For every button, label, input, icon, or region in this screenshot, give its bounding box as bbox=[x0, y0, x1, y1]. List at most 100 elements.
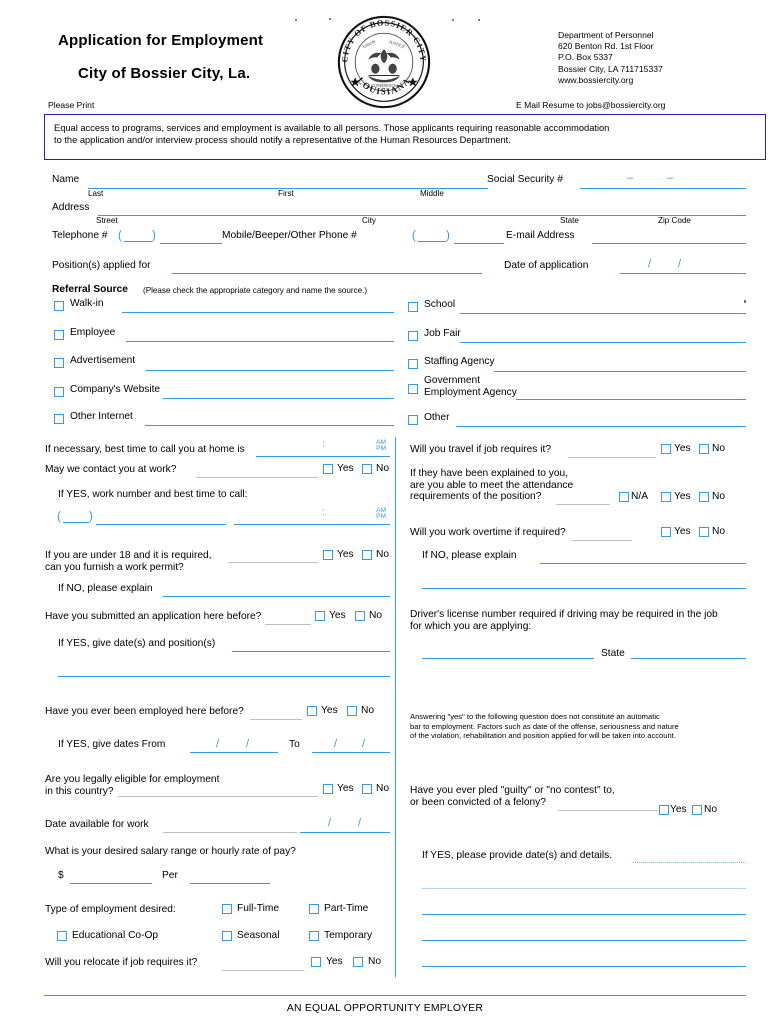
checkbox-referral-advertisement[interactable] bbox=[54, 358, 64, 368]
felony-details-input-3[interactable] bbox=[422, 914, 746, 915]
mobile-areacode-input[interactable] bbox=[418, 241, 446, 242]
checkbox-attendance-no[interactable] bbox=[699, 492, 709, 502]
employed-to-date-input[interactable] bbox=[312, 752, 390, 753]
referral-input-walk-in[interactable] bbox=[122, 312, 394, 313]
date-application-input[interactable] bbox=[620, 273, 746, 274]
travel-rule bbox=[568, 457, 656, 458]
checkbox-overtime-yes[interactable] bbox=[661, 527, 671, 537]
date-available-input[interactable] bbox=[300, 832, 390, 833]
checkbox-referral-other-internet[interactable] bbox=[54, 414, 64, 424]
if-yes-give-dates-label: If YES, give dates From bbox=[58, 739, 166, 750]
checkbox-submitted-before-no[interactable] bbox=[355, 611, 365, 621]
checkbox-full-time[interactable] bbox=[222, 904, 232, 914]
to-date-slash-2: / bbox=[362, 738, 366, 750]
checkbox-felony-no[interactable] bbox=[692, 805, 702, 815]
checkbox-legally-eligible-yes[interactable] bbox=[323, 784, 333, 794]
to-label: To bbox=[289, 739, 300, 750]
checkbox-educational-coop[interactable] bbox=[57, 931, 67, 941]
referral-input-school[interactable] bbox=[460, 313, 746, 314]
checkbox-under-18-no[interactable] bbox=[362, 550, 372, 560]
checkbox-referral-other[interactable] bbox=[408, 415, 418, 425]
contact-work-no-label: No bbox=[376, 463, 390, 474]
work-best-time-input[interactable] bbox=[234, 524, 390, 525]
if-yes-dates-positions-input-1[interactable] bbox=[232, 651, 390, 652]
email-input[interactable] bbox=[592, 243, 746, 244]
drivers-license-state-input[interactable] bbox=[631, 658, 746, 659]
referral-input-staffing-agency[interactable] bbox=[494, 371, 746, 372]
telephone-number-input[interactable] bbox=[160, 243, 222, 244]
checkbox-referral-job-fair[interactable] bbox=[408, 331, 418, 341]
checkbox-overtime-no[interactable] bbox=[699, 527, 709, 537]
employed-before-yes-label: Yes bbox=[321, 705, 338, 716]
felony-details-input-4[interactable] bbox=[422, 940, 746, 941]
svg-text:CONFIDENCE: CONFIDENCE bbox=[371, 83, 397, 88]
checkbox-temporary[interactable] bbox=[309, 931, 319, 941]
referral-input-company-website[interactable] bbox=[163, 398, 394, 399]
from-date-slash-2: / bbox=[246, 738, 250, 750]
checkbox-referral-government-agency[interactable] bbox=[408, 384, 418, 394]
checkbox-employed-before-yes[interactable] bbox=[307, 706, 317, 716]
ampm-pm-2: PM bbox=[376, 513, 386, 521]
checkbox-relocate-yes[interactable] bbox=[311, 957, 321, 967]
ssn-input[interactable] bbox=[580, 188, 746, 189]
address-input[interactable] bbox=[98, 215, 746, 216]
drivers-license-number-input[interactable] bbox=[422, 658, 594, 659]
checkbox-referral-staffing-agency[interactable] bbox=[408, 359, 418, 369]
referral-input-employee[interactable] bbox=[126, 341, 394, 342]
under-18-if-no-explain-input[interactable] bbox=[163, 596, 390, 597]
checkbox-contact-work-no[interactable] bbox=[362, 464, 372, 474]
salary-amount-input[interactable] bbox=[70, 883, 152, 884]
employed-from-date-input[interactable] bbox=[190, 752, 278, 753]
if-yes-dates-positions-input-2[interactable] bbox=[58, 676, 390, 677]
best-time-home-input[interactable] bbox=[256, 456, 390, 457]
checkbox-travel-no[interactable] bbox=[699, 444, 709, 454]
telephone-areacode-input[interactable] bbox=[124, 241, 152, 242]
checkbox-referral-school[interactable] bbox=[408, 302, 418, 312]
checkbox-attendance-yes[interactable] bbox=[661, 492, 671, 502]
checkbox-seasonal[interactable] bbox=[222, 931, 232, 941]
felony-details-input-1[interactable] bbox=[633, 862, 746, 863]
address-city-sublabel: City bbox=[362, 216, 376, 225]
name-middle-sublabel: Middle bbox=[420, 189, 444, 198]
referral-input-job-fair[interactable] bbox=[460, 342, 746, 343]
checkbox-referral-walk-in[interactable] bbox=[54, 301, 64, 311]
checkbox-travel-yes[interactable] bbox=[661, 444, 671, 454]
overtime-if-no-explain-input-1[interactable] bbox=[540, 563, 746, 564]
referral-label-government-line1: Government bbox=[424, 375, 481, 386]
mobile-number-input[interactable] bbox=[454, 243, 504, 244]
footer-separator-rule bbox=[44, 995, 746, 996]
best-time-home-ampm[interactable]: AM PM bbox=[364, 439, 386, 453]
checkbox-relocate-no[interactable] bbox=[353, 957, 363, 967]
page-title-line2: City of Bossier City, La. bbox=[78, 65, 251, 82]
felony-yes-label: Yes bbox=[670, 804, 687, 815]
please-print-label: Please Print bbox=[48, 100, 95, 110]
checkbox-under-18-yes[interactable] bbox=[323, 550, 333, 560]
salary-per-input[interactable] bbox=[190, 883, 270, 884]
checkbox-attendance-na[interactable] bbox=[619, 492, 629, 502]
under-18-line2: can you furnish a work permit? bbox=[45, 561, 184, 573]
checkbox-legally-eligible-no[interactable] bbox=[362, 784, 372, 794]
checkbox-referral-company-website[interactable] bbox=[54, 387, 64, 397]
referral-input-other[interactable] bbox=[456, 426, 746, 427]
checkbox-felony-yes[interactable] bbox=[659, 805, 669, 815]
checkbox-submitted-before-yes[interactable] bbox=[315, 611, 325, 621]
legally-eligible-rule bbox=[118, 796, 318, 797]
checkbox-part-time[interactable] bbox=[309, 904, 319, 914]
work-number-areacode-input[interactable] bbox=[63, 522, 89, 523]
checkbox-employed-before-no[interactable] bbox=[347, 706, 357, 716]
overtime-if-no-explain-input-2[interactable] bbox=[422, 588, 746, 589]
referral-input-advertisement[interactable] bbox=[146, 370, 394, 371]
referral-input-government-agency[interactable] bbox=[516, 399, 746, 400]
employment-type-label: Type of employment desired: bbox=[45, 904, 176, 915]
work-time-ampm[interactable]: AM PM bbox=[364, 507, 386, 521]
position-input[interactable] bbox=[172, 273, 482, 274]
contact-at-work-label: May we contact you at work? bbox=[45, 464, 177, 475]
referral-input-other-internet[interactable] bbox=[145, 425, 394, 426]
felony-details-input-2[interactable] bbox=[422, 888, 746, 889]
work-number-input[interactable] bbox=[96, 524, 226, 525]
checkbox-contact-work-yes[interactable] bbox=[323, 464, 333, 474]
felony-question-line2: or been convicted of a felony? bbox=[410, 796, 546, 808]
legally-eligible-no-label: No bbox=[376, 783, 390, 794]
checkbox-referral-employee[interactable] bbox=[54, 330, 64, 340]
felony-details-input-5[interactable] bbox=[422, 966, 746, 967]
